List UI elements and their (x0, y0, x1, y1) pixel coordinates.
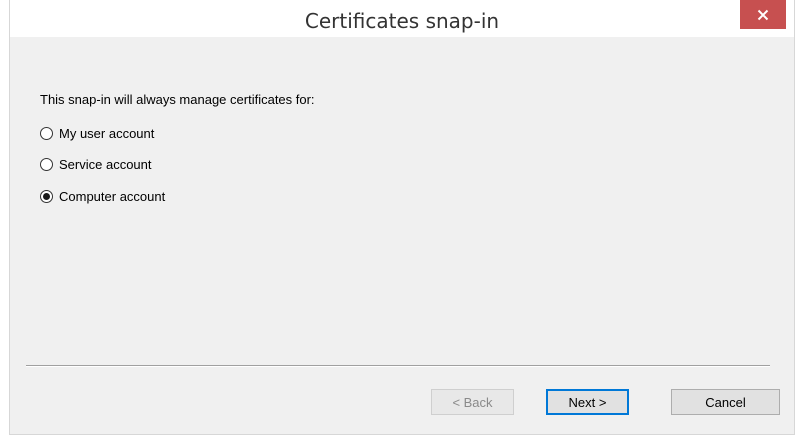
radio-button-my-user-account[interactable] (40, 126, 53, 140)
close-button[interactable] (740, 0, 786, 29)
prompt-label: This snap-in will always manage certific… (40, 92, 315, 107)
title-bar[interactable]: Certificates snap-in (10, 0, 794, 37)
footer-separator (26, 365, 770, 367)
cancel-button[interactable]: Cancel (671, 389, 780, 415)
dialog-title: Certificates snap-in (304, 9, 500, 33)
close-icon (757, 9, 769, 20)
radio-button-computer-account[interactable] (40, 189, 53, 203)
radio-button-service-account[interactable] (40, 157, 53, 171)
radio-label-my-user-account: My user account (59, 125, 155, 141)
radio-label-computer-account: Computer account (59, 188, 166, 204)
radio-computer-account[interactable]: Computer account (40, 186, 165, 206)
radio-my-user-account[interactable]: My user account (40, 123, 154, 143)
next-button[interactable]: Next > (546, 389, 629, 415)
back-button[interactable]: < Back (431, 389, 514, 415)
radio-service-account[interactable]: Service account (40, 154, 152, 174)
certificates-snapin-dialog: Certificates snap-in (9, 0, 795, 435)
radio-label-service-account: Service account (59, 156, 152, 172)
